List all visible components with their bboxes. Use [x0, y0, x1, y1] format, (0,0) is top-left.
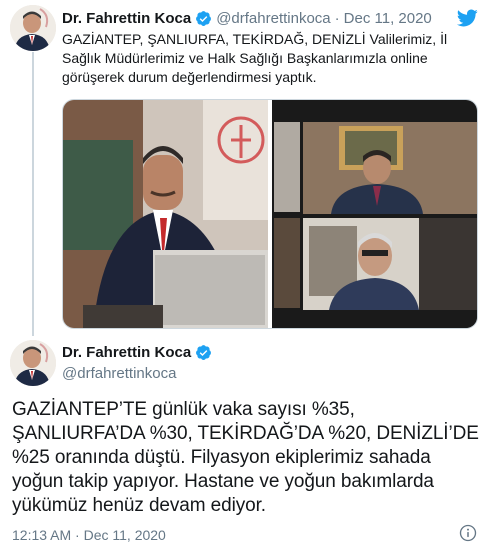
twitter-bird-icon[interactable]	[455, 7, 479, 29]
avatar[interactable]	[10, 5, 56, 51]
avatar-photo	[10, 5, 56, 51]
author-name[interactable]: Dr. Fahrettin Koca	[62, 10, 191, 27]
video-conference-photo	[63, 100, 477, 328]
tweet-text: GAZİANTEP’TE günlük vaka sayısı %35, ŞAN…	[12, 399, 479, 516]
avatar-photo	[10, 340, 56, 386]
tweet-media-image[interactable]	[62, 99, 478, 329]
avatar[interactable]	[10, 340, 56, 386]
verified-badge-icon	[196, 10, 212, 26]
tweet-text: GAZİANTEP, ŞANLIURFA, TEKİRDAĞ, DENİZLİ …	[62, 31, 448, 85]
tweet-header: Dr. Fahrettin Koca	[62, 344, 216, 361]
thread-connector-line	[32, 52, 34, 336]
tweet-timestamp[interactable]: 12:13 AM · Dec 11, 2020	[12, 527, 166, 543]
separator-dot: ·	[334, 9, 340, 27]
author-handle[interactable]: @drfahrettinkoca	[62, 365, 176, 382]
info-icon[interactable]	[459, 524, 477, 542]
tweet-header: Dr. Fahrettin Koca @drfahrettinkoca · De…	[62, 8, 432, 28]
author-name[interactable]: Dr. Fahrettin Koca	[62, 344, 191, 361]
verified-badge-icon	[196, 345, 212, 360]
author-handle[interactable]: @drfahrettinkoca	[216, 10, 330, 27]
tweet-date[interactable]: Dec 11, 2020	[344, 10, 432, 27]
